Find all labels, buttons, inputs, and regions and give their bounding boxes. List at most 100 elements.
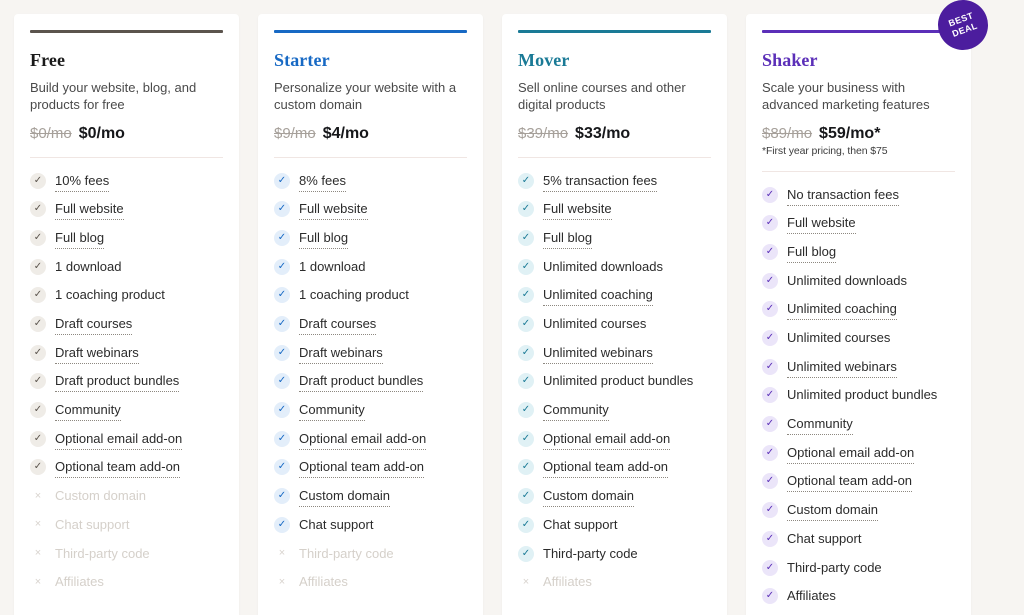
check-icon: ✓ <box>762 358 778 375</box>
feature-item[interactable]: ✓ 8% fees <box>274 171 467 200</box>
feature-item[interactable]: ✓ Full website <box>30 199 223 228</box>
feature-item[interactable]: ✓ Custom domain <box>762 500 955 529</box>
feature-label: 8% fees <box>299 171 346 192</box>
check-icon: ✓ <box>274 459 290 476</box>
check-icon: ✓ <box>30 258 46 275</box>
check-icon: ✓ <box>518 516 534 533</box>
feature-label: Unlimited coaching <box>543 285 653 307</box>
feature-item: × Affiliates <box>274 572 467 601</box>
feature-label: 1 download <box>55 258 122 274</box>
feature-item[interactable]: ✓ Draft product bundles <box>274 371 467 400</box>
feature-item: ✓ 1 coaching product <box>30 285 223 314</box>
feature-label: Full website <box>299 199 368 221</box>
feature-label: Custom domain <box>543 486 635 508</box>
check-icon: ✓ <box>518 488 534 505</box>
feature-item[interactable]: ✓ Unlimited webinars <box>518 343 711 372</box>
feature-item[interactable]: ✓ Draft webinars <box>274 343 467 372</box>
feature-item[interactable]: ✓ Unlimited webinars <box>762 357 955 386</box>
feature-item[interactable]: ✓ Full website <box>274 199 467 228</box>
check-icon: ✓ <box>762 272 778 289</box>
feature-item[interactable]: ✓ Full website <box>518 199 711 228</box>
check-icon: ✓ <box>274 316 290 333</box>
feature-item[interactable]: ✓ Optional email add-on <box>274 429 467 458</box>
feature-item[interactable]: ✓ Optional team add-on <box>518 457 711 486</box>
plan-divider <box>274 156 467 158</box>
plan-description: Build your website, blog, and products f… <box>30 79 197 112</box>
plan-card-starter[interactable]: Starter Personalize your website with a c… <box>258 14 483 615</box>
feature-item[interactable]: ✓ Optional team add-on <box>30 457 223 486</box>
feature-item[interactable]: ✓ Optional email add-on <box>762 443 955 472</box>
check-icon: ✓ <box>274 373 290 390</box>
feature-item[interactable]: ✓ Full blog <box>274 228 467 257</box>
feature-item[interactable]: ✓ 10% fees <box>30 171 223 200</box>
plan-description: Sell online courses and other digital pr… <box>518 79 686 112</box>
plan-card-free[interactable]: Free Build your website, blog, and produc… <box>14 14 239 615</box>
feature-item[interactable]: ✓ 5% transaction fees <box>518 171 711 200</box>
feature-item[interactable]: ✓ No transaction fees <box>762 185 955 214</box>
feature-item: ✓ Unlimited courses <box>518 314 711 343</box>
feature-item[interactable]: ✓ Community <box>762 414 955 443</box>
feature-label: Unlimited downloads <box>543 258 663 274</box>
feature-item[interactable]: ✓ Community <box>30 400 223 429</box>
feature-item[interactable]: ✓ Full website <box>762 213 955 242</box>
feature-item[interactable]: ✓ Draft courses <box>30 314 223 343</box>
check-icon: ✓ <box>30 316 46 333</box>
feature-label: Optional team add-on <box>543 457 669 479</box>
feature-item[interactable]: ✓ Custom domain <box>518 486 711 515</box>
feature-item: × Custom domain <box>30 486 223 515</box>
feature-item[interactable]: ✓ Full blog <box>518 228 711 257</box>
feature-label: Third-party code <box>55 545 150 561</box>
feature-item[interactable]: ✓ Optional team add-on <box>762 471 955 500</box>
feature-label: 10% fees <box>55 171 110 192</box>
feature-item: × Chat support <box>30 515 223 544</box>
feature-label: Custom domain <box>787 500 879 522</box>
plan-description: Scale your business with advanced market… <box>762 79 930 112</box>
plan-price-current: $0/mo <box>78 124 125 142</box>
feature-item: ✓ 1 download <box>274 257 467 286</box>
plan-price-row: $0/mo $0/mo <box>30 125 223 143</box>
check-icon: ✓ <box>274 258 290 275</box>
feature-item[interactable]: ✓ Unlimited coaching <box>518 285 711 314</box>
check-icon: ✓ <box>274 201 290 218</box>
plan-description: Personalize your website with a custom d… <box>274 79 457 112</box>
plan-card-mover[interactable]: Mover Sell online courses and other digit… <box>502 14 727 615</box>
plan-feature-list: ✓ 5% transaction fees ✓ Full website ✓ Full b… <box>518 171 711 601</box>
feature-item[interactable]: ✓ Community <box>518 400 711 429</box>
feature-label: Third-party code <box>543 545 638 561</box>
cross-icon: × <box>34 547 42 560</box>
feature-label: Full blog <box>299 228 349 249</box>
check-icon: ✓ <box>518 373 534 390</box>
plan-title: Shaker <box>762 50 818 70</box>
feature-label: Affiliates <box>299 574 348 590</box>
feature-item[interactable]: ✓ Custom domain <box>274 486 467 515</box>
feature-label: Unlimited webinars <box>787 357 897 378</box>
feature-label: Draft courses <box>55 314 133 336</box>
feature-item[interactable]: ✓ Draft product bundles <box>30 371 223 400</box>
cross-icon: × <box>34 575 42 588</box>
feature-item[interactable]: ✓ Full blog <box>30 228 223 257</box>
feature-item: ✓ Unlimited product bundles <box>518 371 711 400</box>
plan-accent-rule <box>30 30 223 33</box>
check-icon: ✓ <box>762 473 778 490</box>
plan-price-original: $39/mo <box>518 124 569 142</box>
feature-item[interactable]: ✓ Unlimited coaching <box>762 299 955 328</box>
feature-item[interactable]: ✓ Community <box>274 400 467 429</box>
feature-label: Affiliates <box>543 574 592 590</box>
feature-label: Chat support <box>787 530 862 546</box>
check-icon: ✓ <box>518 316 534 333</box>
feature-label: 1 download <box>299 258 366 274</box>
check-icon: ✓ <box>30 229 46 246</box>
check-icon: ✓ <box>274 229 290 246</box>
plan-price-current: $59/mo* <box>819 124 881 142</box>
feature-label: Optional team add-on <box>787 471 913 493</box>
check-icon: ✓ <box>30 430 46 447</box>
feature-item[interactable]: ✓ Optional email add-on <box>518 429 711 458</box>
feature-item[interactable]: ✓ Optional email add-on <box>30 429 223 458</box>
feature-label: Third-party code <box>787 559 882 575</box>
plan-divider <box>762 170 955 172</box>
plan-card-shaker[interactable]: BEST DEAL Shaker Scale your business with a… <box>746 0 996 615</box>
feature-item[interactable]: ✓ Optional team add-on <box>274 457 467 486</box>
feature-item[interactable]: ✓ Full blog <box>762 242 955 271</box>
feature-item[interactable]: ✓ Draft webinars <box>30 343 223 372</box>
feature-item[interactable]: ✓ Draft courses <box>274 314 467 343</box>
